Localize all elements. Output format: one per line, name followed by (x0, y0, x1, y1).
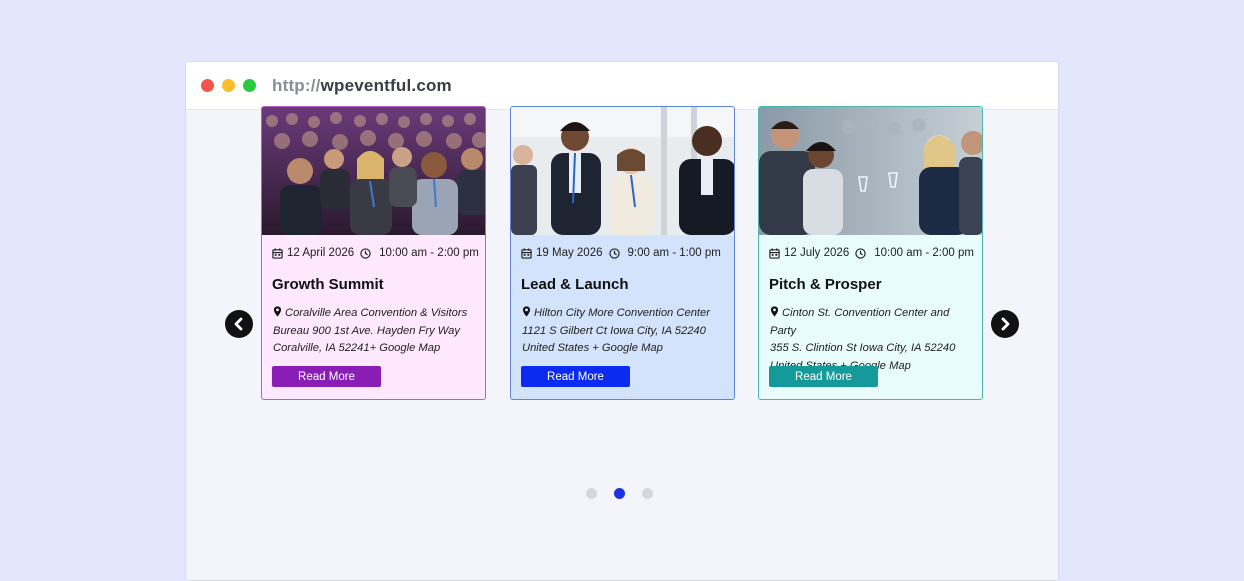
event-card: 12 July 2026 10:00 am - 2:00 pm Pitch & … (758, 106, 983, 400)
event-address-line: Hilton City More Convention Center (522, 305, 727, 323)
close-window-dot[interactable] (201, 79, 214, 92)
carousel-page-dot[interactable] (642, 488, 653, 499)
event-datetime: 19 May 2026 9:00 am - 1:00 pm (521, 247, 721, 259)
calendar-icon (272, 247, 283, 259)
clock-icon (360, 247, 371, 259)
event-time: 10:00 am - 2:00 pm (874, 247, 974, 259)
calendar-icon (769, 247, 780, 259)
carousel-next-button[interactable] (991, 310, 1019, 338)
event-address-line: United States + Google Map (522, 342, 663, 354)
event-address-line: Coralville Area Convention & Visitors (273, 305, 478, 323)
clock-icon (608, 247, 620, 259)
event-address-line: 1121 S Gilbert Ct Iowa City, IA 52240 (522, 324, 706, 337)
map-pin-icon (770, 306, 779, 317)
chevron-right-icon (1001, 317, 1010, 331)
event-address-line: Bureau 900 1st Ave. Hayden Fry Way (273, 324, 460, 337)
event-photo-audience (262, 107, 485, 235)
event-date: 12 April 2026 (287, 247, 355, 259)
event-date: 19 May 2026 (536, 247, 603, 259)
event-card: 19 May 2026 9:00 am - 1:00 pm Lead & Lau… (510, 106, 735, 400)
map-pin-icon (522, 306, 531, 317)
read-more-button[interactable]: Read More (769, 366, 878, 387)
event-address-line: 355 S. Clintion St Iowa City, IA 52240 (770, 342, 956, 354)
event-address-line: Cinton St. Convention Center and Party (770, 306, 950, 337)
url-protocol: http:// (272, 75, 321, 95)
carousel-prev-button[interactable] (225, 310, 253, 338)
address-bar[interactable]: http://wpeventful.com (272, 76, 452, 96)
browser-titlebar: http://wpeventful.com (186, 62, 1058, 110)
event-photo-toast (759, 107, 982, 235)
event-title: Growth Summit (272, 276, 384, 293)
event-address-line: Coralville, IA 52241+ Google Map (273, 342, 441, 354)
event-title: Pitch & Prosper (769, 276, 882, 293)
carousel-page-dot[interactable] (614, 488, 625, 499)
event-card: 12 April 2026 10:00 am - 2:00 pm Growth … (261, 106, 486, 400)
event-address: Coralville Area Convention & Visitors Bur… (273, 305, 478, 358)
read-more-button[interactable]: Read More (272, 366, 381, 387)
event-datetime: 12 April 2026 10:00 am - 2:00 pm (272, 247, 479, 259)
event-time: 10:00 am - 2:00 pm (379, 247, 479, 259)
map-pin-icon (273, 306, 282, 317)
url-domain: wpeventful.com (320, 75, 452, 95)
event-title: Lead & Launch (521, 276, 629, 293)
carousel-pagination (586, 488, 653, 499)
chevron-left-icon (234, 317, 243, 331)
carousel-page-dot[interactable] (586, 488, 597, 499)
event-address: Cinton St. Convention Center and Party 35… (770, 305, 975, 375)
minimize-window-dot[interactable] (222, 79, 235, 92)
event-address: Hilton City More Convention Center 1121 S… (522, 305, 727, 358)
event-photo-networking (511, 107, 734, 235)
event-time: 9:00 am - 1:00 pm (627, 247, 721, 259)
read-more-button[interactable]: Read More (521, 366, 630, 387)
event-datetime: 12 July 2026 10:00 am - 2:00 pm (769, 247, 974, 259)
calendar-icon (521, 247, 532, 259)
clock-icon (855, 247, 866, 259)
event-date: 12 July 2026 (784, 247, 850, 259)
maximize-window-dot[interactable] (243, 79, 256, 92)
